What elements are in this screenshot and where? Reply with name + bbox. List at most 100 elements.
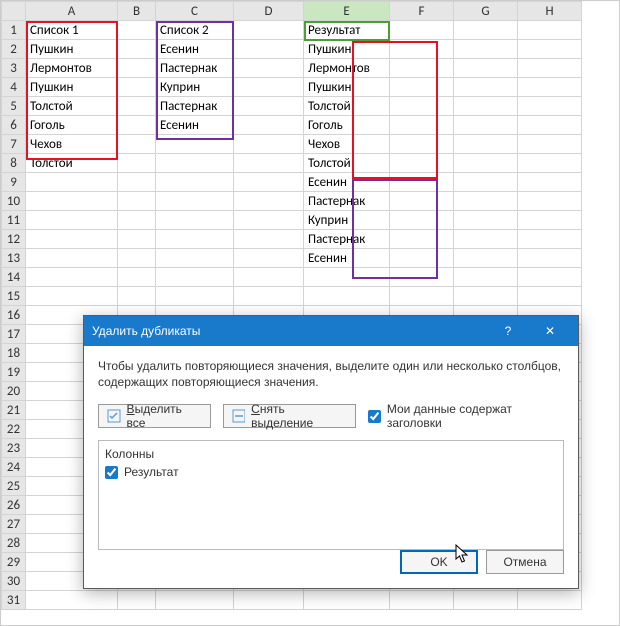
- cell-E15[interactable]: [304, 287, 390, 306]
- cell-H4[interactable]: [518, 78, 582, 97]
- cell-H1[interactable]: [518, 21, 582, 40]
- cell-A9[interactable]: [26, 173, 118, 192]
- col-header-A[interactable]: A: [26, 2, 118, 21]
- row-header-18[interactable]: 18: [2, 344, 26, 363]
- cell-A5[interactable]: Толстой: [26, 97, 118, 116]
- cell-D10[interactable]: [234, 192, 304, 211]
- cell-D9[interactable]: [234, 173, 304, 192]
- cell-A12[interactable]: [26, 230, 118, 249]
- cell-C10[interactable]: [156, 192, 234, 211]
- cell-D3[interactable]: [234, 59, 304, 78]
- cell-D11[interactable]: [234, 211, 304, 230]
- cell-D2[interactable]: [234, 40, 304, 59]
- close-icon[interactable]: ✕: [530, 316, 570, 346]
- cell-G1[interactable]: [454, 21, 518, 40]
- cell-H7[interactable]: [518, 135, 582, 154]
- cell-H6[interactable]: [518, 116, 582, 135]
- row-header-15[interactable]: 15: [2, 287, 26, 306]
- cell-F8[interactable]: [390, 154, 454, 173]
- cell-H11[interactable]: [518, 211, 582, 230]
- cell-E31[interactable]: [304, 591, 390, 610]
- cell-H31[interactable]: [518, 591, 582, 610]
- cell-G4[interactable]: [454, 78, 518, 97]
- cell-C3[interactable]: Пастернак: [156, 59, 234, 78]
- cell-A7[interactable]: Чехов: [26, 135, 118, 154]
- cell-B31[interactable]: [118, 591, 156, 610]
- cell-A10[interactable]: [26, 192, 118, 211]
- cell-A13[interactable]: [26, 249, 118, 268]
- cell-F15[interactable]: [390, 287, 454, 306]
- row-header-7[interactable]: 7: [2, 135, 26, 154]
- cell-G31[interactable]: [454, 591, 518, 610]
- cell-H8[interactable]: [518, 154, 582, 173]
- cell-D5[interactable]: [234, 97, 304, 116]
- help-icon[interactable]: ?: [488, 316, 528, 346]
- cell-B13[interactable]: [118, 249, 156, 268]
- corner-cell[interactable]: [2, 2, 26, 21]
- has-headers-checkbox[interactable]: Мои данные содержат заголовки: [368, 402, 564, 430]
- column-item-input[interactable]: [105, 466, 118, 479]
- cell-C8[interactable]: [156, 154, 234, 173]
- cell-G11[interactable]: [454, 211, 518, 230]
- ok-button[interactable]: OK: [400, 550, 478, 574]
- row-header-26[interactable]: 26: [2, 496, 26, 515]
- cell-C14[interactable]: [156, 268, 234, 287]
- cell-G10[interactable]: [454, 192, 518, 211]
- cell-F14[interactable]: [390, 268, 454, 287]
- row-header-5[interactable]: 5: [2, 97, 26, 116]
- cell-G2[interactable]: [454, 40, 518, 59]
- cell-D7[interactable]: [234, 135, 304, 154]
- cell-F12[interactable]: [390, 230, 454, 249]
- row-header-14[interactable]: 14: [2, 268, 26, 287]
- cell-D8[interactable]: [234, 154, 304, 173]
- row-header-23[interactable]: 23: [2, 439, 26, 458]
- cell-A3[interactable]: Лермонтов: [26, 59, 118, 78]
- cell-C12[interactable]: [156, 230, 234, 249]
- cell-G14[interactable]: [454, 268, 518, 287]
- cell-H12[interactable]: [518, 230, 582, 249]
- cell-A2[interactable]: Пушкин: [26, 40, 118, 59]
- col-header-B[interactable]: B: [118, 2, 156, 21]
- cell-H9[interactable]: [518, 173, 582, 192]
- cell-C13[interactable]: [156, 249, 234, 268]
- col-header-C[interactable]: C: [156, 2, 234, 21]
- row-header-30[interactable]: 30: [2, 572, 26, 591]
- cell-A14[interactable]: [26, 268, 118, 287]
- cell-G5[interactable]: [454, 97, 518, 116]
- row-header-1[interactable]: 1: [2, 21, 26, 40]
- cell-D1[interactable]: [234, 21, 304, 40]
- row-header-31[interactable]: 31: [2, 591, 26, 610]
- cell-B4[interactable]: [118, 78, 156, 97]
- cell-E12[interactable]: Пастернак: [304, 230, 390, 249]
- cell-G12[interactable]: [454, 230, 518, 249]
- row-header-4[interactable]: 4: [2, 78, 26, 97]
- cell-F13[interactable]: [390, 249, 454, 268]
- row-header-11[interactable]: 11: [2, 211, 26, 230]
- cell-E9[interactable]: Есенин: [304, 173, 390, 192]
- cell-C15[interactable]: [156, 287, 234, 306]
- cell-A6[interactable]: Гоголь: [26, 116, 118, 135]
- cell-B12[interactable]: [118, 230, 156, 249]
- cell-B6[interactable]: [118, 116, 156, 135]
- cell-C2[interactable]: Есенин: [156, 40, 234, 59]
- row-header-6[interactable]: 6: [2, 116, 26, 135]
- cell-D14[interactable]: [234, 268, 304, 287]
- row-header-25[interactable]: 25: [2, 477, 26, 496]
- row-header-24[interactable]: 24: [2, 458, 26, 477]
- unselect-all-button[interactable]: Снять выделение: [223, 404, 356, 428]
- cell-A4[interactable]: Пушкин: [26, 78, 118, 97]
- cancel-button[interactable]: Отмена: [486, 550, 564, 574]
- row-header-22[interactable]: 22: [2, 420, 26, 439]
- cell-H10[interactable]: [518, 192, 582, 211]
- cell-G3[interactable]: [454, 59, 518, 78]
- cell-E4[interactable]: Пушкин: [304, 78, 390, 97]
- col-header-E[interactable]: E: [304, 2, 390, 21]
- col-header-G[interactable]: G: [454, 2, 518, 21]
- cell-E1[interactable]: Результат: [304, 21, 390, 40]
- cell-F11[interactable]: [390, 211, 454, 230]
- col-header-H[interactable]: H: [518, 2, 582, 21]
- cell-D31[interactable]: [234, 591, 304, 610]
- cell-H15[interactable]: [518, 287, 582, 306]
- cell-D4[interactable]: [234, 78, 304, 97]
- cell-G15[interactable]: [454, 287, 518, 306]
